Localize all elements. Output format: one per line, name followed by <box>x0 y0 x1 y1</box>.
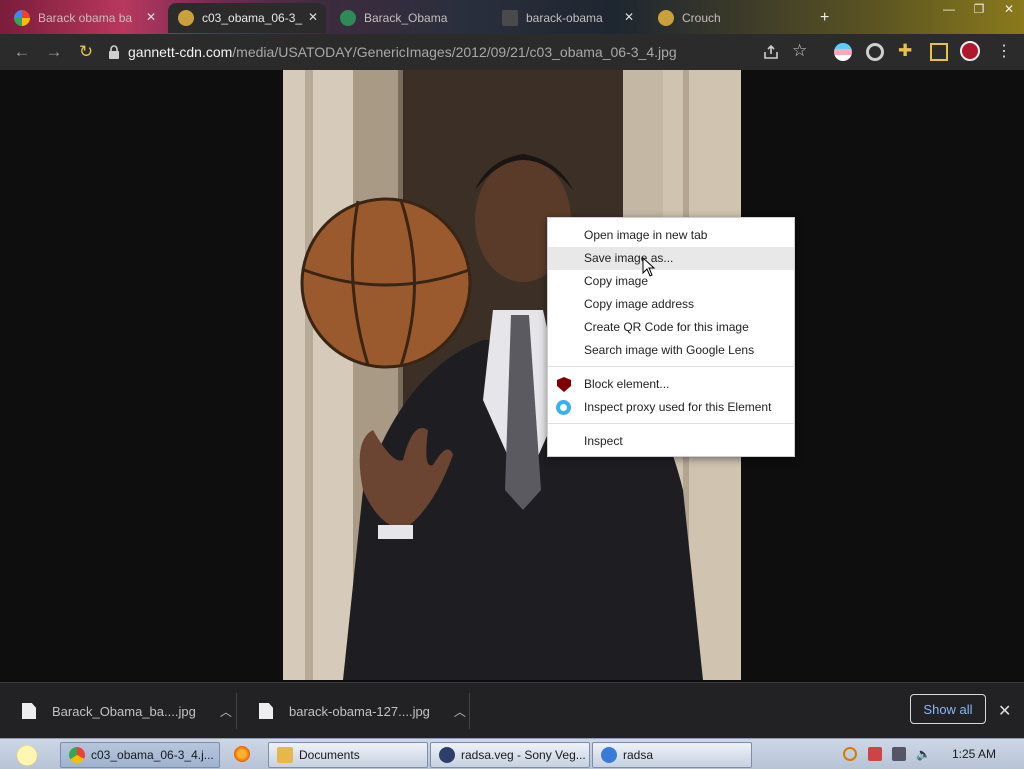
menu-item-search-google-lens[interactable]: Search image with Google Lens <box>548 339 794 362</box>
tab-crouch[interactable]: Crouch <box>648 3 798 33</box>
back-button[interactable]: ← <box>12 42 32 62</box>
plus-icon: + <box>820 9 830 26</box>
bookmark-star-icon[interactable]: ☆ <box>792 41 810 60</box>
menu-item-inspect[interactable]: Inspect <box>548 430 794 453</box>
file-icon <box>259 703 273 719</box>
menu-item-save-image-as[interactable]: Save image as... <box>548 247 794 277</box>
side-panel-icon[interactable] <box>930 43 948 61</box>
close-window-button[interactable]: ✕ <box>994 0 1024 18</box>
tab-obama-image[interactable]: c03_obama_06-3_ ✕ <box>168 3 326 33</box>
browser-toolbar: ← → ↻ gannett-cdn.com/media/USATODAY/Gen… <box>0 34 1024 70</box>
firefox-icon <box>234 746 250 762</box>
taskbar-button-vegas[interactable]: radsa.veg - Sony Veg... <box>430 742 590 768</box>
tab-title: Crouch <box>682 11 721 25</box>
tab-barack-obama[interactable]: barack-obama ✕ <box>492 3 642 33</box>
app-icon <box>601 747 617 763</box>
menu-item-copy-image-address[interactable]: Copy image address <box>548 293 794 316</box>
close-downloads-shelf-button[interactable]: ✕ <box>998 701 1011 721</box>
image-favicon-icon <box>658 10 674 26</box>
maximize-button[interactable]: ❐ <box>964 0 994 18</box>
divider <box>469 693 470 729</box>
volume-icon[interactable]: 🔈 <box>916 747 931 761</box>
taskbar-button-documents[interactable]: Documents <box>268 742 428 768</box>
downloads-shelf: Barack_Obama_ba....jpg ︿ barack-obama-12… <box>0 682 1024 739</box>
image-context-menu: Open image in new tab Save image as... C… <box>547 217 795 457</box>
tab-title: c03_obama_06-3_ <box>202 11 303 25</box>
extension-circle-icon[interactable] <box>866 43 884 61</box>
menu-item-block-element[interactable]: Block element... <box>548 373 794 396</box>
os-taskbar: c03_obama_06-3_4.j... Documents radsa.ve… <box>0 738 1024 769</box>
extensions-puzzle-icon[interactable]: ✚ <box>898 41 916 60</box>
download-filename: Barack_Obama_ba....jpg <box>52 703 196 719</box>
download-filename: barack-obama-127....jpg <box>289 703 430 719</box>
minimize-button[interactable]: — <box>934 0 964 18</box>
download-item[interactable]: Barack_Obama_ba....jpg ︿ <box>0 683 236 739</box>
sony-vegas-icon <box>439 747 455 763</box>
bing-icon <box>502 10 518 26</box>
close-icon[interactable]: ✕ <box>624 10 634 24</box>
lock-icon <box>109 45 119 59</box>
menu-separator <box>548 423 794 424</box>
tab-title: Barack obama ba <box>38 11 133 25</box>
tab-strip: Barack obama ba ✕ c03_obama_06-3_ ✕ Bara… <box>0 0 1024 34</box>
menu-item-copy-image[interactable]: Copy image <box>548 270 794 293</box>
page-viewport <box>0 70 1024 682</box>
chevron-up-icon[interactable]: ︿ <box>220 703 232 720</box>
security-tray-icon[interactable] <box>868 747 882 761</box>
file-icon <box>22 703 36 719</box>
reload-button[interactable]: ↻ <box>76 42 96 62</box>
tab-title: Barack_Obama <box>364 11 448 25</box>
address-bar[interactable]: gannett-cdn.com/media/USATODAY/GenericIm… <box>108 39 828 65</box>
forward-button[interactable]: → <box>44 42 64 62</box>
search-tray-icon[interactable] <box>843 747 857 761</box>
system-clock[interactable]: 1:25 AM <box>952 747 996 761</box>
wikimedia-icon <box>340 10 356 26</box>
ublock-origin-icon <box>557 377 571 392</box>
close-icon[interactable]: ✕ <box>308 10 318 24</box>
share-icon[interactable] <box>762 43 780 61</box>
window-controls: — ❐ ✕ <box>934 0 1024 18</box>
chevron-up-icon[interactable]: ︿ <box>454 703 466 720</box>
menu-item-inspect-proxy[interactable]: Inspect proxy used for this Element <box>548 396 794 419</box>
tab-wikimedia[interactable]: Barack_Obama <box>330 3 480 33</box>
network-tray-icon[interactable] <box>892 747 906 761</box>
show-all-downloads-button[interactable]: Show all <box>910 694 986 724</box>
google-icon <box>14 10 30 26</box>
start-button[interactable] <box>8 739 46 769</box>
download-item[interactable]: barack-obama-127....jpg ︿ <box>237 683 469 739</box>
folder-icon <box>277 747 293 763</box>
tab-google-search[interactable]: Barack obama ba ✕ <box>4 3 164 33</box>
tab-title: barack-obama <box>526 11 603 25</box>
menu-item-open-image-new-tab[interactable]: Open image in new tab <box>548 224 794 247</box>
new-tab-button[interactable]: + <box>812 3 842 33</box>
taskbar-button-chrome[interactable]: c03_obama_06-3_4.j... <box>60 742 220 768</box>
close-icon[interactable]: ✕ <box>146 10 156 24</box>
image-favicon-icon <box>178 10 194 26</box>
extension-flag-icon[interactable] <box>834 43 852 61</box>
chrome-icon <box>69 747 85 763</box>
taskbar-button-radsa[interactable]: radsa <box>592 742 752 768</box>
proxy-extension-icon <box>556 400 571 415</box>
url-text: gannett-cdn.com/media/USATODAY/GenericIm… <box>128 44 677 60</box>
menu-separator <box>548 366 794 367</box>
profile-avatar[interactable] <box>960 41 980 61</box>
taskbar-firefox[interactable] <box>228 742 258 766</box>
menu-kebab-icon[interactable]: ⋮ <box>996 41 1014 60</box>
menu-item-create-qr-code[interactable]: Create QR Code for this image <box>548 316 794 339</box>
